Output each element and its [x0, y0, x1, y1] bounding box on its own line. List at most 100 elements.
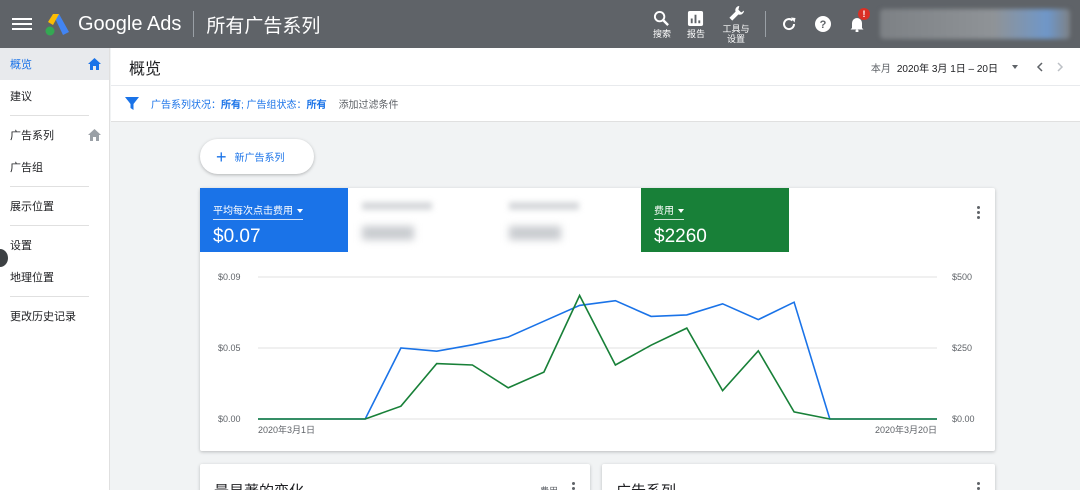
new-campaign-button[interactable]: + 新广告系列 — [200, 139, 314, 174]
caret-down-icon — [678, 209, 684, 214]
notifications-button[interactable]: ! — [840, 0, 874, 48]
tools-settings-button[interactable]: 工具与设置 — [713, 0, 759, 48]
campaigns-card: 广告系列 — [602, 464, 995, 490]
metric-selector-avg-cpc[interactable]: 平均每次点击费用 — [213, 202, 303, 220]
chevron-left-icon — [1036, 62, 1043, 72]
page-title: 概览 — [129, 60, 162, 78]
biggest-changes-card: 最显著的变化 费用 — [200, 464, 590, 490]
performance-line-chart: $0.09 $500 $0.05 $250 $0.00 $0.00 2020年3月1日 202… — [218, 272, 975, 435]
top-tools: 搜索 报告 工具与设置 ? ! — [645, 0, 1080, 48]
metric-selector-cost[interactable]: 费用 — [654, 202, 684, 220]
chevron-right-icon — [1057, 62, 1064, 72]
sidebar-item-label: 设置 — [10, 240, 32, 252]
filter-bar: 广告系列状况：所有; 广告组状态：所有 添加过滤条件 — [111, 86, 1080, 122]
x-tick-label: 2020年3月1日 — [258, 424, 315, 435]
home-icon — [88, 129, 101, 141]
page-header: 概览 本月 2020年 3月 1日 – 20日 — [111, 48, 1080, 86]
tools-settings-label: 工具与设置 — [722, 23, 750, 44]
y-right-tick-label: $0.00 — [952, 414, 975, 424]
sidebar-item-label: 更改历史记录 — [10, 311, 76, 323]
sidebar-item-change-history[interactable]: 更改历史记录 — [0, 300, 109, 332]
add-filter-link[interactable]: 添加过滤条件 — [339, 96, 399, 111]
y-right-tick-label: $500 — [952, 272, 972, 282]
sidebar-item-campaigns[interactable]: 广告系列 — [0, 119, 109, 151]
nav-divider — [10, 115, 89, 116]
brand-divider — [193, 11, 195, 37]
campaign-status-value: 所有 — [221, 100, 241, 111]
menu-icon[interactable] — [12, 18, 32, 30]
nav-divider — [10, 186, 89, 187]
date-dropdown-icon[interactable] — [1012, 65, 1018, 69]
card-title: 最显著的变化 — [214, 480, 304, 490]
account-switcher[interactable] — [880, 9, 1070, 39]
adgroup-status-value: 所有 — [306, 100, 327, 111]
help-button[interactable]: ? — [806, 0, 840, 48]
metric-tile-hidden-1[interactable] — [348, 188, 493, 252]
x-tick-label: 2020年3月20日 — [875, 424, 937, 435]
metric-label: 费用 — [654, 206, 674, 217]
notification-badge: ! — [858, 8, 870, 20]
reports-label: 报告 — [686, 28, 705, 39]
more-vert-icon[interactable] — [570, 482, 576, 490]
plus-icon: + — [216, 146, 227, 167]
y-left-tick-label: $0.05 — [218, 343, 241, 353]
sidebar-item-recommendations[interactable]: 建议 — [0, 80, 109, 112]
performance-card: 平均每次点击费用 $0.07 费用 $2260 $0.09 $500 $0.05 $2… — [200, 188, 995, 451]
metric-tile-cost[interactable]: 费用 $2260 — [641, 188, 789, 252]
filter-icon[interactable] — [125, 96, 139, 111]
refresh-button[interactable] — [772, 0, 806, 48]
adgroup-status-label: ; 广告组状态： — [241, 100, 307, 111]
caret-down-icon — [297, 209, 303, 214]
side-navigation: 概览 建议 广告系列 广告组 展示位置 设置 地理位置 更改历史记录 — [0, 48, 110, 490]
brand-name: Google Ads — [78, 12, 182, 35]
metric-label: 平均每次点击费用 — [213, 206, 293, 217]
account-context: 所有广告系列 — [206, 15, 321, 37]
sidebar-item-label: 建议 — [10, 91, 32, 103]
metric-tile-hidden-2[interactable] — [495, 188, 640, 252]
next-period-button[interactable] — [1050, 57, 1070, 77]
metric-tile-avg-cpc[interactable]: 平均每次点击费用 $0.07 — [200, 188, 348, 252]
nav-divider — [10, 296, 89, 297]
card-title: 广告系列 — [616, 480, 676, 490]
sidebar-item-overview[interactable]: 概览 — [0, 48, 109, 80]
sidebar-item-locations[interactable]: 地理位置 — [0, 261, 109, 293]
campaign-status-label: 广告系列状况： — [151, 100, 221, 111]
y-left-tick-label: $0.09 — [218, 272, 241, 282]
top-app-bar: Google Ads 所有广告系列 搜索 报告 工具与设置 ? ! — [0, 0, 1080, 48]
search-button[interactable]: 搜索 — [645, 0, 679, 48]
sidebar-item-label: 地理位置 — [10, 272, 54, 284]
date-range-text: 2020年 3月 1日 – 20日 — [896, 63, 998, 75]
nav-divider — [10, 225, 89, 226]
search-label: 搜索 — [652, 28, 671, 39]
sidebar-item-ad-groups[interactable]: 广告组 — [0, 151, 109, 183]
previous-period-button[interactable] — [1030, 57, 1050, 77]
reports-button[interactable]: 报告 — [679, 0, 713, 48]
sidebar-item-label: 广告组 — [10, 162, 43, 174]
sidebar-item-placements[interactable]: 展示位置 — [0, 190, 109, 222]
sidebar-item-label: 概览 — [10, 59, 32, 71]
sidebar-item-settings[interactable]: 设置 — [0, 229, 109, 261]
reports-icon — [688, 10, 704, 26]
tools-divider — [765, 11, 766, 37]
home-icon — [88, 58, 101, 70]
wrench-icon — [728, 5, 744, 21]
metric-value: $2260 — [654, 226, 707, 247]
sidebar-item-label: 广告系列 — [10, 130, 54, 142]
google-ads-logo — [45, 14, 69, 36]
main-content: 概览 本月 2020年 3月 1日 – 20日 广告系列状况：所有; 广告组状态… — [111, 48, 1080, 490]
series-line-left — [258, 299, 937, 420]
date-range-picker[interactable]: 本月 2020年 3月 1日 – 20日 — [871, 48, 1070, 86]
more-vert-icon[interactable] — [975, 482, 981, 490]
y-left-tick-label: $0.00 — [218, 414, 241, 424]
active-filters[interactable]: 广告系列状况：所有; 广告组状态：所有 — [151, 96, 327, 111]
metric-value: $0.07 — [213, 226, 261, 247]
sidebar-item-label: 展示位置 — [10, 201, 54, 213]
new-campaign-label: 新广告系列 — [234, 153, 285, 164]
card-metric-selector[interactable]: 费用 — [540, 484, 558, 490]
more-vert-icon[interactable] — [975, 206, 981, 219]
refresh-icon — [783, 17, 796, 31]
svg-text:?: ? — [820, 19, 827, 31]
help-icon: ? — [815, 16, 831, 32]
date-preset: 本月 — [870, 63, 891, 75]
y-right-tick-label: $250 — [952, 343, 972, 353]
